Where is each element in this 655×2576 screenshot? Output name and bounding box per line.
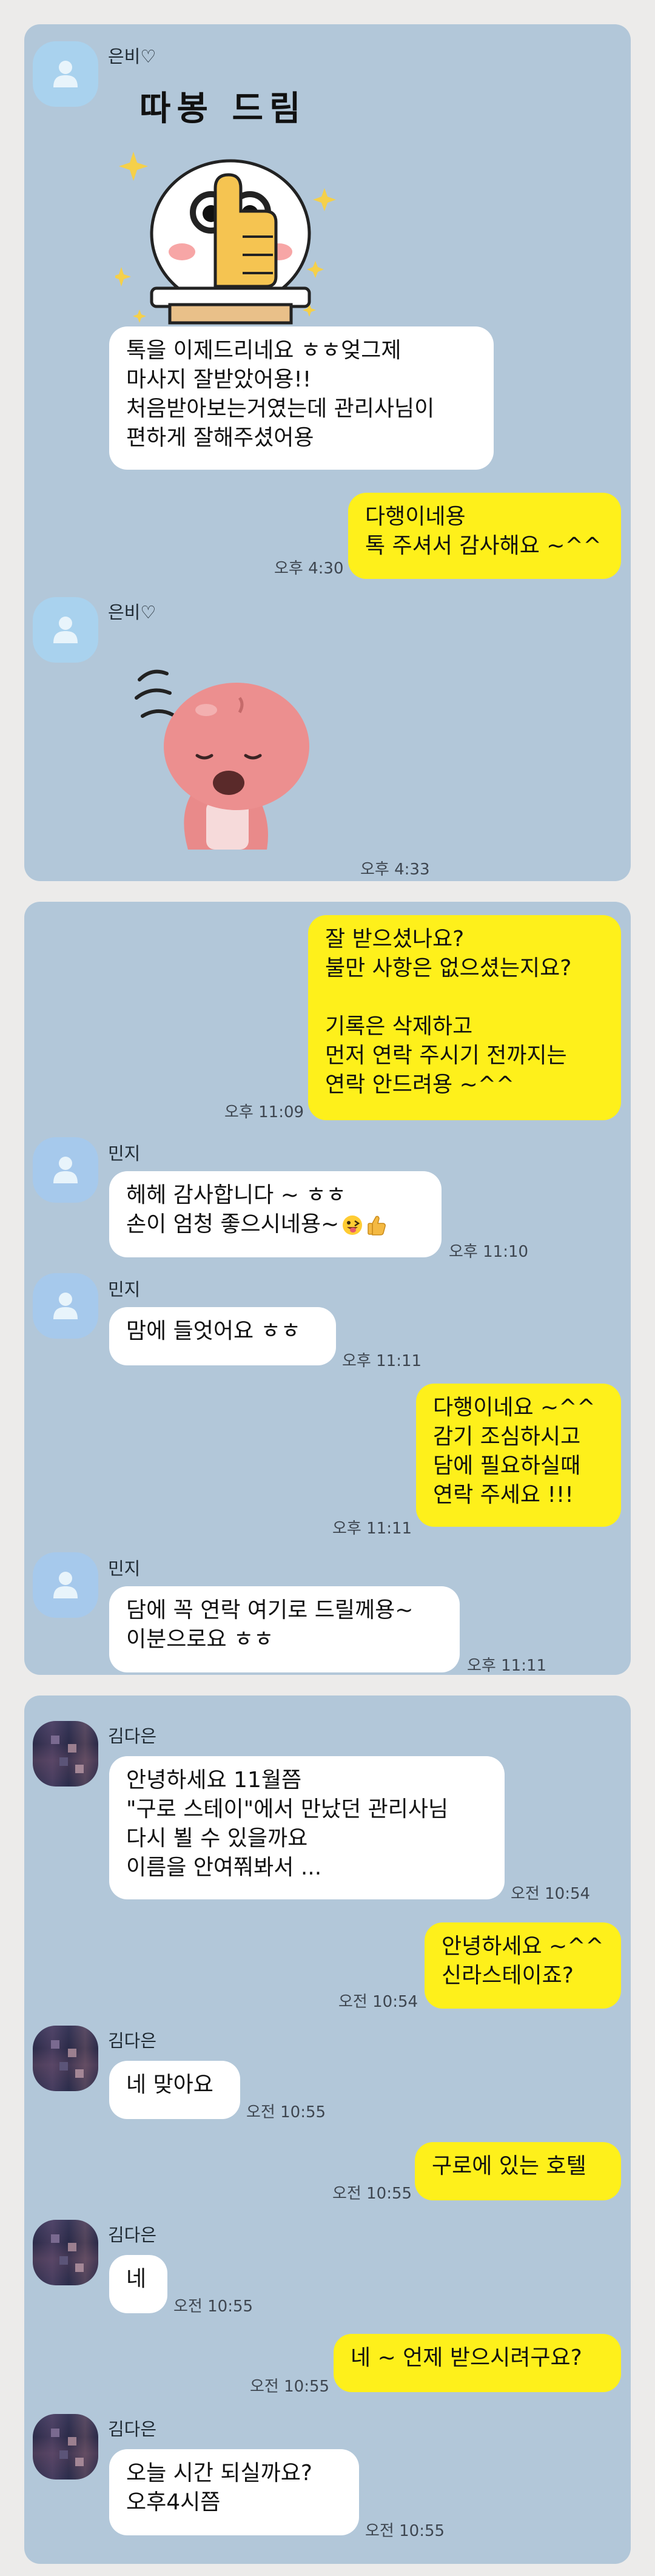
message-timestamp: 오전 10:55 bbox=[246, 2103, 326, 2121]
message-bubble-outgoing[interactable]: 네 ~ 언제 받으시려구요? bbox=[334, 2334, 621, 2392]
chat-screenshot-3: 김다은 안녕하세요 11월쯤 "구로 스테이"에서 만났던 관리사님 다시 뵐 … bbox=[24, 1695, 631, 2564]
avatar[interactable] bbox=[33, 1137, 98, 1203]
message-timestamp: 오후 4:33 bbox=[360, 860, 430, 879]
message-bubble-incoming[interactable]: 안녕하세요 11월쯤 "구로 스테이"에서 만났던 관리사님 다시 뵐 수 있을… bbox=[109, 1756, 505, 1899]
message-bubble-incoming[interactable]: 담에 꼭 연락 여기로 드릴께용~ 이분으로요 ㅎㅎ bbox=[109, 1586, 460, 1672]
sender-name: 김다은 bbox=[108, 2419, 157, 2439]
sender-name: 은비♡ bbox=[108, 602, 156, 623]
sender-name: 민지 bbox=[108, 1558, 141, 1579]
message-timestamp: 오전 10:55 bbox=[332, 2185, 412, 2203]
message-timestamp: 오후 11:09 bbox=[224, 1103, 304, 1121]
message-line-with-emoji: 손이 엄청 좋으시네용~ bbox=[126, 1210, 425, 1239]
message-bubble-outgoing[interactable]: 구로에 있는 호텔 bbox=[415, 2142, 621, 2200]
avatar[interactable] bbox=[33, 41, 98, 107]
grinning-tongue-emoji bbox=[343, 1215, 363, 1235]
message-bubble-outgoing[interactable]: 다행이네요 ~^^ 감기 조심하시고 담에 필요하실때 연락 주세요 !!! bbox=[416, 1384, 621, 1527]
message-timestamp: 오후 11:10 bbox=[449, 1243, 529, 1261]
message-bubble-incoming[interactable]: 헤헤 감사합니다 ~ ㅎㅎ 손이 엄청 좋으시네용~ bbox=[109, 1171, 442, 1257]
message-bubble-outgoing[interactable]: 잘 받으셨나요? 불만 사항은 없으셨는지요? 기록은 삭제하고 먼저 연락 주… bbox=[308, 915, 621, 1120]
message-bubble-incoming[interactable]: 네 맞아요 bbox=[109, 2061, 240, 2119]
pink-creature-sticker bbox=[135, 669, 309, 850]
message-timestamp: 오전 10:55 bbox=[250, 2378, 330, 2396]
default-profile-icon bbox=[53, 617, 78, 643]
message-timestamp: 오전 10:54 bbox=[511, 1885, 591, 1903]
message-bubble-incoming[interactable]: 오늘 시간 되실까요? 오후4시쯤 bbox=[109, 2449, 359, 2535]
message-timestamp: 오전 10:55 bbox=[173, 2297, 254, 2316]
chat-screenshot-2: 잘 받으셨나요? 불만 사항은 없으셨는지요? 기록은 삭제하고 먼저 연락 주… bbox=[24, 902, 631, 1675]
avatar[interactable] bbox=[33, 2414, 98, 2480]
default-profile-icon bbox=[53, 61, 78, 87]
message-bubble-outgoing[interactable]: 안녕하세요 ~^^ 신라스테이죠? bbox=[425, 1922, 621, 2009]
avatar[interactable] bbox=[33, 2220, 98, 2285]
avatar[interactable] bbox=[33, 2026, 98, 2091]
default-profile-icon bbox=[53, 1293, 78, 1319]
message-bubble-incoming[interactable]: 맘에 들엇어요 ㅎㅎ bbox=[109, 1307, 336, 1365]
sender-name: 김다은 bbox=[108, 1726, 157, 1746]
message-bubble-incoming[interactable]: 톡을 이제드리네요 ㅎㅎ엊그제 마사지 잘받았어용!! 처음받아보는거였는데 관… bbox=[109, 326, 494, 470]
message-bubble-outgoing[interactable]: 다행이네용 톡 주셔서 감사해요 ~^^ bbox=[348, 493, 621, 579]
message-timestamp: 오후 11:11 bbox=[332, 1520, 412, 1538]
sender-name: 은비♡ bbox=[108, 46, 156, 67]
avatar[interactable] bbox=[33, 1273, 98, 1339]
sender-name: 김다은 bbox=[108, 2030, 157, 2051]
message-bubble-incoming[interactable]: 네 bbox=[109, 2255, 167, 2313]
message-timestamp: 오후 11:11 bbox=[342, 1352, 422, 1370]
thumbs-up-emoji bbox=[368, 1215, 386, 1236]
message-text: 손이 엄청 좋으시네용~ bbox=[126, 1212, 340, 1237]
message-timestamp: 오후 4:30 bbox=[274, 559, 344, 578]
default-profile-icon bbox=[53, 1572, 78, 1598]
avatar[interactable] bbox=[33, 1721, 98, 1787]
thumbs-up-sticker bbox=[115, 152, 336, 325]
message-timestamp: 오후 11:11 bbox=[467, 1657, 547, 1675]
message-timestamp: 오전 10:54 bbox=[338, 1993, 418, 2011]
message-timestamp: 오전 10:55 bbox=[365, 2522, 445, 2540]
sticker-caption: 따봉 드림 bbox=[139, 89, 307, 129]
chat-screenshot-1: 은비♡ 따봉 드림 톡을 이제드리네요 ㅎㅎ엊그제 마사지 잘받았어용!! 처음… bbox=[24, 24, 631, 881]
sender-name: 김다은 bbox=[108, 2225, 157, 2245]
avatar[interactable] bbox=[33, 597, 98, 663]
sender-name: 민지 bbox=[108, 1143, 141, 1164]
message-line: 헤헤 감사합니다 ~ ㅎㅎ bbox=[126, 1183, 346, 1208]
sender-name: 민지 bbox=[108, 1279, 141, 1300]
default-profile-icon bbox=[53, 1157, 78, 1183]
avatar[interactable] bbox=[33, 1552, 98, 1618]
